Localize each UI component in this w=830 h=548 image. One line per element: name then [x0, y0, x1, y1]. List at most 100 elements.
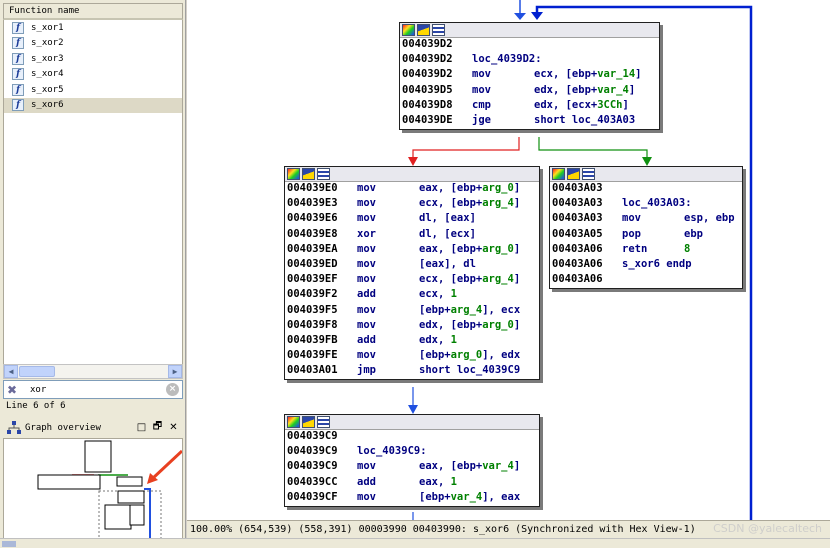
graph-node-loc-4039d2[interactable]: 004039D2 004039D2 loc_4039D2: 004039D2 mov ec…	[399, 22, 660, 131]
code-line[interactable]: 00403A03 mov esp, ebp	[552, 212, 742, 227]
code-operands[interactable]: [ebp+var_4], eax	[419, 491, 520, 506]
float-panel-icon[interactable]: 🗗	[151, 419, 164, 436]
code-operands[interactable]: short loc_403A03	[534, 114, 635, 129]
code-line[interactable]: 00403A03	[552, 182, 742, 197]
node-color-icon[interactable]	[552, 168, 565, 180]
scroll-thumb[interactable]	[19, 366, 55, 377]
code-operand-text: ], ecx	[482, 303, 521, 316]
function-list-item[interactable]: f s_xor4	[4, 67, 182, 83]
code-operands[interactable]: ecx, 1	[419, 288, 457, 303]
code-line[interactable]: 004039ED mov [eax], dl	[287, 258, 539, 273]
function-list-hscrollbar[interactable]: ◀ ▶	[3, 364, 183, 379]
code-operands[interactable]: [ebp+arg_4], ecx	[419, 304, 520, 319]
code-line[interactable]: 00403A03 loc_403A03:	[552, 197, 742, 212]
code-operands[interactable]: eax, [ebp+var_4]	[419, 460, 520, 475]
code-operands[interactable]: edx, 1	[419, 334, 457, 349]
graph-overview-canvas[interactable]	[3, 438, 183, 546]
code-line[interactable]: 004039E0 mov eax, [ebp+arg_0]	[287, 182, 539, 197]
code-address: 00403A03	[552, 197, 603, 210]
code-operands[interactable]: 8	[684, 243, 690, 258]
function-list-item[interactable]: f s_xor3	[4, 51, 182, 67]
graph-node-loc-4039c9[interactable]: 004039C9 004039C9 loc_4039C9: 004039C9 mov ea…	[284, 414, 540, 507]
code-line[interactable]: 004039F8 mov edx, [ebp+arg_0]	[287, 319, 539, 334]
node-group-icon[interactable]	[317, 416, 330, 428]
code-operands[interactable]: eax, [ebp+arg_0]	[419, 243, 520, 258]
node-group-icon[interactable]	[317, 168, 330, 180]
code-line[interactable]: 004039C9 loc_4039C9:	[287, 445, 539, 460]
node-group-icon[interactable]	[432, 24, 445, 36]
code-line[interactable]: 004039F2 add ecx, 1	[287, 288, 539, 303]
code-label[interactable]: loc_4039C9:	[357, 445, 427, 460]
close-panel-icon[interactable]: ✕	[167, 422, 180, 433]
node-rename-icon[interactable]	[567, 168, 580, 180]
code-line[interactable]: 004039CC add eax, 1	[287, 476, 539, 491]
code-line[interactable]: 00403A05 pop ebp	[552, 228, 742, 243]
code-line[interactable]: 004039D2 mov ecx, [ebp+var_14]	[402, 68, 659, 83]
restore-panel-icon[interactable]: □	[135, 422, 148, 433]
clear-filter-icon[interactable]: ×	[166, 383, 179, 396]
node-color-icon[interactable]	[287, 168, 300, 180]
code-operands[interactable]: eax, [ebp+arg_0]	[419, 182, 520, 197]
code-line[interactable]: 00403A01 jmp short loc_4039C9	[287, 364, 539, 379]
node-color-icon[interactable]	[287, 416, 300, 428]
edge-loop-back-arrow	[531, 12, 543, 20]
function-list-item[interactable]: f s_xor5	[4, 82, 182, 98]
node-title-bar	[285, 415, 539, 430]
code-operands[interactable]: [eax], dl	[419, 258, 476, 273]
code-line[interactable]: 004039DE jge short loc_403A03	[402, 114, 659, 129]
code-line[interactable]: 004039E6 mov dl, [eax]	[287, 212, 539, 227]
code-operands[interactable]: dl, [ecx]	[419, 228, 476, 243]
code-operands[interactable]: dl, [eax]	[419, 212, 476, 227]
code-operand-text: ]	[513, 318, 521, 331]
node-color-icon[interactable]	[402, 24, 415, 36]
code-line[interactable]: 004039D2 loc_4039D2:	[402, 53, 659, 68]
function-name-column-header[interactable]: Function name	[3, 3, 183, 20]
code-operands[interactable]: eax, 1	[419, 476, 457, 491]
code-line[interactable]: 004039E8 xor dl, [ecx]	[287, 228, 539, 243]
code-operands[interactable]: edx, [ebp+var_4]	[534, 84, 635, 99]
code-line[interactable]: 00403A06	[552, 273, 742, 288]
code-operands[interactable]: ecx, [ebp+var_14]	[534, 68, 641, 83]
code-operands[interactable]: edx, [ecx+3CCh]	[534, 99, 629, 114]
graph-node-loc-403a03[interactable]: 00403A03 00403A03 loc_403A03: 00403A03 mov es…	[549, 166, 743, 290]
code-line[interactable]: 004039FE mov [ebp+arg_0], edx	[287, 349, 539, 364]
code-line[interactable]: 004039C9 mov eax, [ebp+var_4]	[287, 460, 539, 475]
code-operands[interactable]: esp, ebp	[684, 212, 735, 227]
code-line[interactable]: 004039D2	[402, 38, 659, 53]
code-line[interactable]: 004039FB add edx, 1	[287, 334, 539, 349]
code-label[interactable]: loc_403A03:	[622, 197, 692, 212]
code-line[interactable]: 004039E3 mov ecx, [ebp+arg_4]	[287, 197, 539, 212]
code-line[interactable]: 004039D5 mov edx, [ebp+var_4]	[402, 84, 659, 99]
node-rename-icon[interactable]	[302, 416, 315, 428]
code-label[interactable]: s_xor6 endp	[622, 258, 692, 273]
code-operands[interactable]: ecx, [ebp+arg_4]	[419, 273, 520, 288]
node-rename-icon[interactable]	[302, 168, 315, 180]
code-line[interactable]: 004039EF mov ecx, [ebp+arg_4]	[287, 273, 539, 288]
function-list-item[interactable]: f s_xor6	[4, 97, 182, 113]
code-operand-text: ]	[635, 68, 642, 81]
node-rename-icon[interactable]	[417, 24, 430, 36]
code-line[interactable]: 004039EA mov eax, [ebp+arg_0]	[287, 243, 539, 258]
node-group-icon[interactable]	[582, 168, 595, 180]
code-line[interactable]: 00403A06 retn 8	[552, 243, 742, 258]
code-line[interactable]: 004039C9	[287, 430, 539, 445]
scroll-right-icon[interactable]: ▶	[168, 365, 182, 378]
graph-view[interactable]: 004039D2 004039D2 loc_4039D2: 004039D2 mov ec…	[187, 0, 830, 520]
code-label[interactable]: loc_4039D2:	[472, 53, 542, 68]
code-line[interactable]: 004039F5 mov [ebp+arg_4], ecx	[287, 304, 539, 319]
scroll-left-icon[interactable]: ◀	[4, 365, 18, 378]
function-list-item[interactable]: f s_xor2	[4, 36, 182, 52]
code-line[interactable]: 004039D8 cmp edx, [ecx+3CCh]	[402, 99, 659, 114]
function-name: s_xor2	[31, 38, 64, 49]
code-operands[interactable]: [ebp+arg_0], edx	[419, 349, 520, 364]
function-list-item[interactable]: f s_xor1	[4, 20, 182, 36]
graph-node-block-4039e0[interactable]: 004039E0 mov eax, [ebp+arg_0] 004039E3 mov ec…	[284, 166, 540, 381]
function-filter-input[interactable]	[30, 383, 160, 397]
code-line[interactable]: 004039CF mov [ebp+var_4], eax	[287, 491, 539, 506]
code-operands[interactable]: ebp	[684, 228, 703, 243]
code-operands[interactable]: short loc_4039C9	[419, 364, 520, 379]
code-operands[interactable]: edx, [ebp+arg_0]	[419, 319, 520, 334]
code-operand-symbol: 1	[450, 333, 457, 346]
code-operands[interactable]: ecx, [ebp+arg_4]	[419, 197, 520, 212]
code-line[interactable]: 00403A06 s_xor6 endp	[552, 258, 742, 273]
